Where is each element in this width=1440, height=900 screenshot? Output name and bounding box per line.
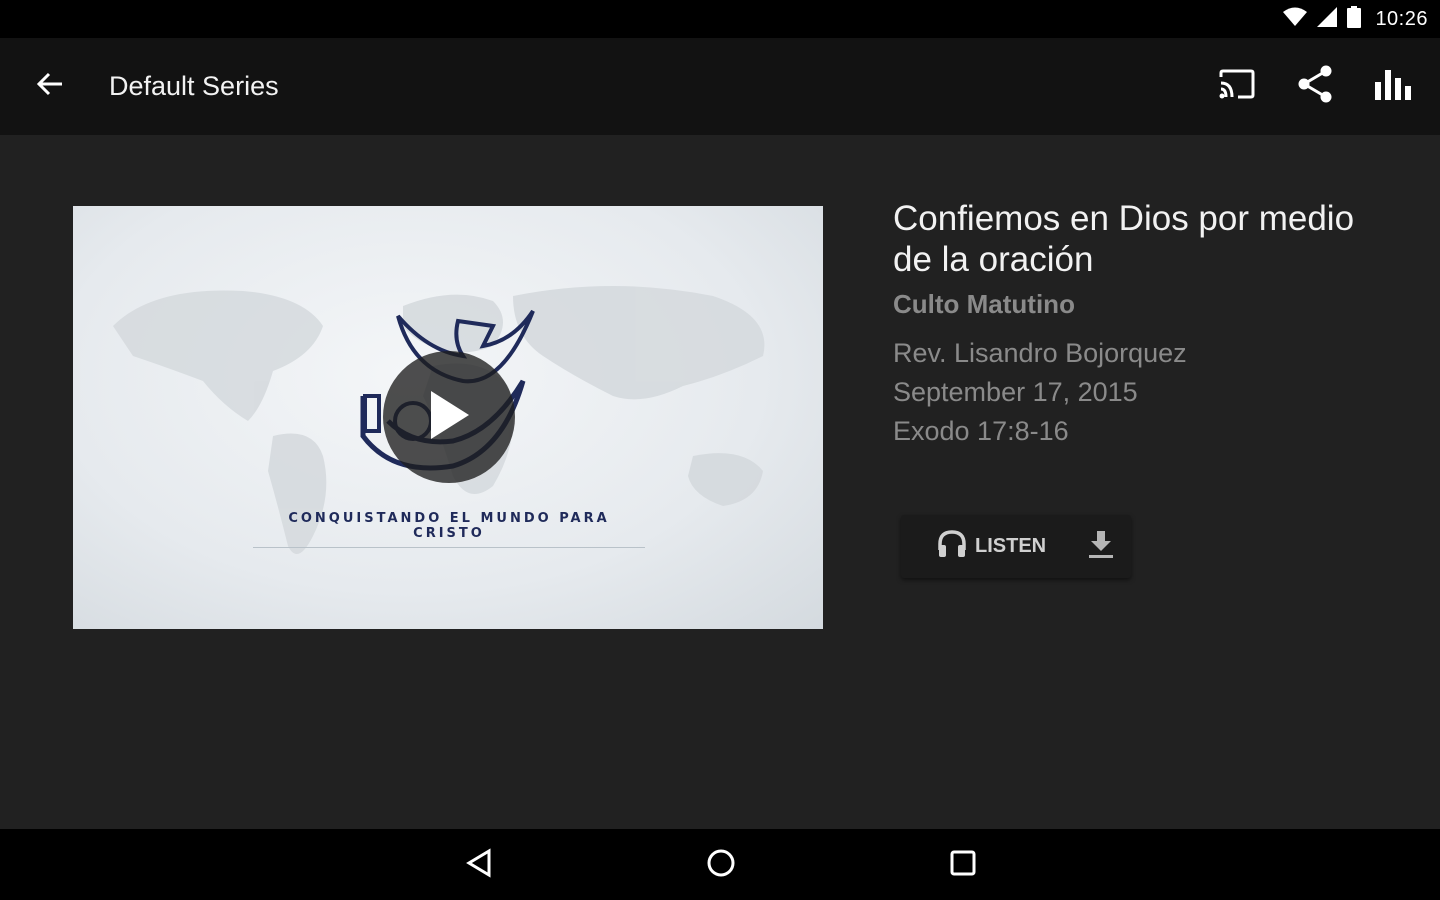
sermon-meta: Rev. Lisandro Bojorquez September 17, 20… (893, 334, 1393, 451)
play-icon (425, 387, 473, 448)
system-nav-bar (0, 829, 1440, 900)
nav-home-button[interactable] (691, 843, 751, 887)
back-triangle-icon (466, 847, 492, 883)
cell-signal-icon (1317, 6, 1338, 32)
cast-icon (1218, 68, 1256, 105)
sermon-date: September 17, 2015 (893, 377, 1138, 407)
audio-actions: LISTEN (901, 515, 1131, 578)
battery-icon (1347, 5, 1362, 33)
recents-square-icon (949, 849, 977, 882)
sermon-title: Confiemos en Dios por medio de la oració… (893, 199, 1355, 279)
equalizer-icon (1374, 68, 1412, 105)
toolbar-title: Default Series (109, 71, 279, 101)
download-button[interactable] (1087, 529, 1115, 564)
nav-back-button[interactable] (449, 843, 509, 887)
video-tagline: CONQUISTANDO EL MUNDO PARA CRISTO (253, 511, 645, 548)
nav-recents-button[interactable] (933, 843, 993, 887)
wifi-icon (1283, 7, 1308, 32)
sermon-series: Culto Matutino (893, 289, 1075, 319)
share-icon (1297, 65, 1333, 108)
status-bar: 10:26 (0, 0, 1440, 38)
headphones-icon (937, 529, 967, 564)
listen-label: LISTEN (975, 535, 1047, 557)
back-button[interactable] (20, 57, 80, 117)
share-button[interactable] (1276, 57, 1354, 117)
video-thumbnail[interactable]: CONQUISTANDO EL MUNDO PARA CRISTO (73, 206, 823, 629)
play-button[interactable] (383, 351, 515, 483)
sermon-detail: CONQUISTANDO EL MUNDO PARA CRISTO Confie… (0, 135, 1440, 829)
toolbar-actions (1198, 57, 1432, 117)
sermon-speaker: Rev. Lisandro Bojorquez (893, 338, 1187, 368)
stats-button[interactable] (1354, 57, 1432, 117)
status-time: 10:26 (1375, 7, 1428, 30)
arrow-back-icon (36, 70, 64, 103)
listen-button[interactable]: LISTEN (937, 529, 1047, 564)
sermon-info: Confiemos en Dios por medio de la oració… (893, 198, 1393, 451)
download-icon (1087, 529, 1115, 564)
app-toolbar: Default Series (0, 38, 1440, 135)
cast-button[interactable] (1198, 57, 1276, 117)
sermon-passage: Exodo 17:8-16 (893, 416, 1069, 446)
home-circle-icon (706, 848, 736, 883)
